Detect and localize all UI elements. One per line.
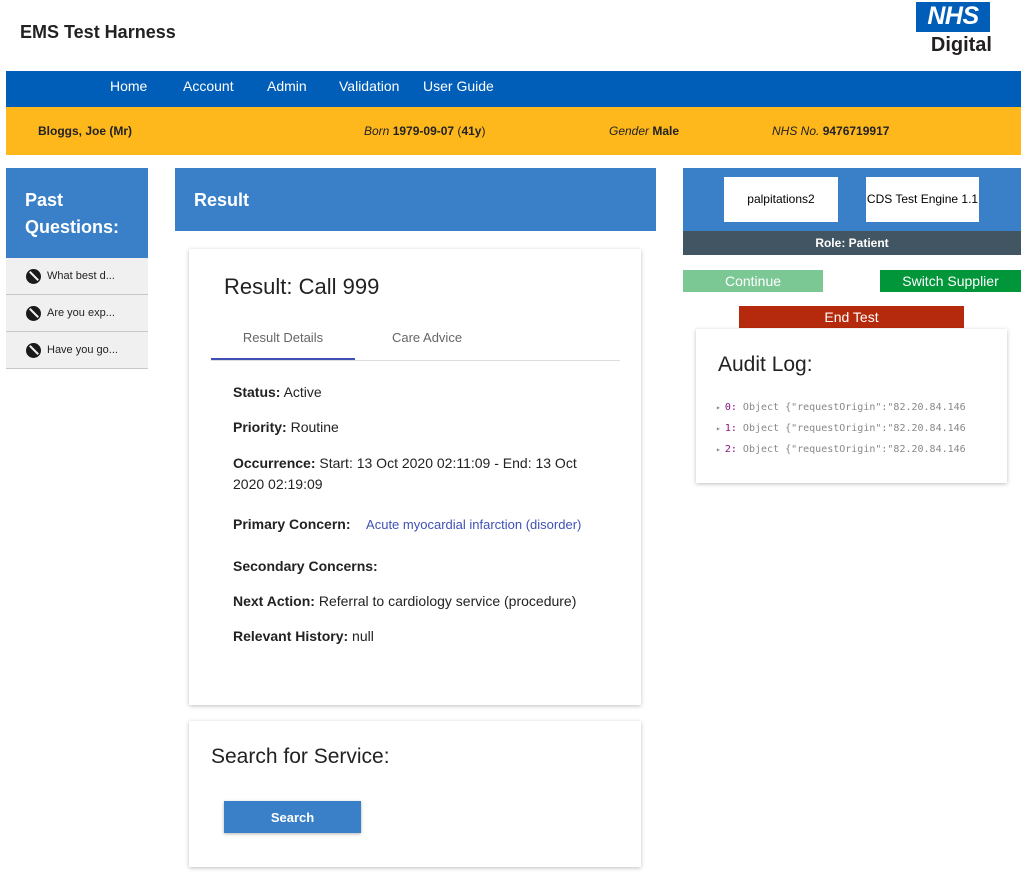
next-action-field: Next Action: Referral to cardiology serv… xyxy=(233,593,577,609)
expand-triangle-icon[interactable]: ▸ xyxy=(716,445,721,454)
search-service-title: Search for Service: xyxy=(211,745,390,768)
audit-log-entry[interactable]: ▸ 0: Object {"requestOrigin":"82.20.84.14… xyxy=(716,402,966,413)
relevant-history-field: Relevant History: null xyxy=(233,628,374,644)
past-question-label: Are you exp... xyxy=(47,307,115,319)
visibility-off-icon xyxy=(26,305,41,321)
end-test-button[interactable]: End Test xyxy=(739,306,964,328)
past-question-item[interactable]: What best d... xyxy=(6,258,148,295)
nav-user-guide[interactable]: User Guide xyxy=(423,71,494,107)
audit-log-entry[interactable]: ▸ 1: Object {"requestOrigin":"82.20.84.14… xyxy=(716,423,966,434)
past-question-label: Have you go... xyxy=(47,344,118,356)
past-question-label: What best d... xyxy=(47,270,115,282)
nav-validation[interactable]: Validation xyxy=(339,71,399,107)
nhs-digital-logo: NHS Digital xyxy=(916,2,992,55)
main-nav: Home Account Admin Validation User Guide xyxy=(6,71,1021,107)
nav-account[interactable]: Account xyxy=(183,71,234,107)
continue-button[interactable]: Continue xyxy=(683,270,823,292)
patient-gender: Gender Male xyxy=(609,124,680,138)
result-title: Result: Call 999 xyxy=(224,274,380,299)
result-card: Result: Call 999 Result Details Care Adv… xyxy=(189,249,641,705)
nav-home[interactable]: Home xyxy=(110,71,147,107)
primary-concern-link[interactable]: Acute myocardial infarction (disorder) xyxy=(366,517,581,532)
search-button[interactable]: Search xyxy=(224,801,361,833)
audit-log-title: Audit Log: xyxy=(718,353,813,376)
status-field: Status: Active xyxy=(233,384,322,400)
patient-name: Bloggs, Joe (Mr) xyxy=(38,124,133,138)
patient-dob: Born 1979-09-07 (41y) xyxy=(364,124,486,138)
result-tabs: Result Details Care Advice xyxy=(211,329,620,361)
primary-concern-field: Primary Concern: Acute myocardial infarc… xyxy=(233,516,582,532)
priority-field: Priority: Routine xyxy=(233,419,339,435)
past-questions-title: Past Questions: xyxy=(6,168,148,258)
visibility-off-icon xyxy=(26,342,41,358)
visibility-off-icon xyxy=(26,268,41,284)
questionnaire-box: palpitations2 xyxy=(724,177,838,222)
past-question-item[interactable]: Are you exp... xyxy=(6,295,148,332)
secondary-concerns-field: Secondary Concerns: xyxy=(233,558,378,574)
search-service-card: Search for Service: Search xyxy=(189,721,641,867)
role-bar: Role: Patient xyxy=(683,231,1021,255)
patient-banner: Bloggs, Joe (Mr) Born 1979-09-07 (41y) G… xyxy=(6,107,1021,155)
switch-supplier-button[interactable]: Switch Supplier xyxy=(880,270,1021,292)
nhs-logo-mark: NHS xyxy=(916,2,990,32)
audit-log-entry[interactable]: ▸ 2: Object {"requestOrigin":"82.20.84.14… xyxy=(716,444,966,455)
supplier-panel: palpitations2 CDS Test Engine 1.1 xyxy=(683,168,1021,231)
occurrence-field: Occurrence: Start: 13 Oct 2020 02:11:09 … xyxy=(233,455,577,492)
cds-engine-box: CDS Test Engine 1.1 xyxy=(866,177,979,222)
patient-nhs-number: NHS No. 9476719917 xyxy=(772,124,890,138)
tab-care-advice[interactable]: Care Advice xyxy=(355,329,499,360)
nav-admin[interactable]: Admin xyxy=(267,71,307,107)
audit-log-card: Audit Log: ▸ 0: Object {"requestOrigin":"… xyxy=(696,329,1007,483)
nhs-logo-sub: Digital xyxy=(930,34,992,56)
past-questions-panel: Past Questions: What best d... Are you e… xyxy=(6,168,148,369)
tab-result-details[interactable]: Result Details xyxy=(211,329,355,360)
app-title: EMS Test Harness xyxy=(20,22,176,42)
expand-triangle-icon[interactable]: ▸ xyxy=(716,424,721,433)
expand-triangle-icon[interactable]: ▸ xyxy=(716,403,721,412)
past-question-item[interactable]: Have you go... xyxy=(6,332,148,369)
result-header: Result xyxy=(175,168,656,231)
